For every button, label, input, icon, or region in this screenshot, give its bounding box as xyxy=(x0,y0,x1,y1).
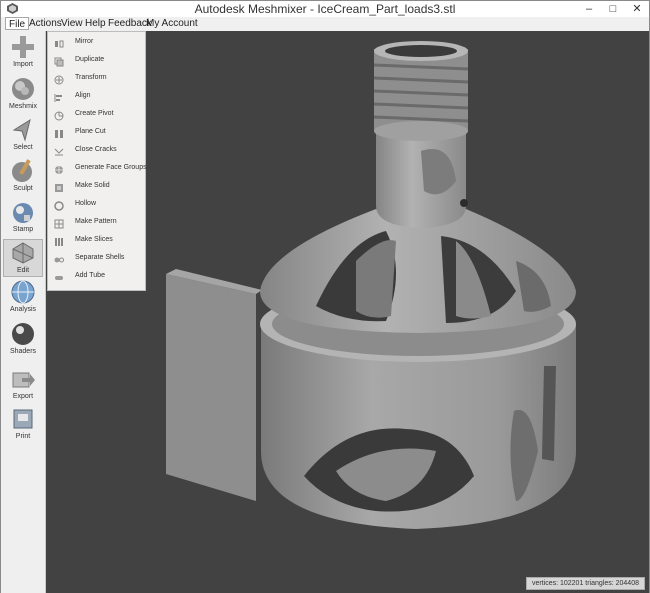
tool-label: Select xyxy=(13,144,33,151)
menu-item-create-pivot[interactable]: Create Pivot xyxy=(48,107,145,125)
pivot-icon xyxy=(54,111,64,121)
close-cracks-icon xyxy=(54,148,64,156)
printer-icon xyxy=(13,409,33,429)
menu-label: Add Tube xyxy=(75,272,105,279)
plus-icon xyxy=(12,36,34,58)
tool-sculpt[interactable]: Sculpt xyxy=(3,158,43,196)
menu-label: Hollow xyxy=(75,200,97,207)
plane-cut-icon xyxy=(55,130,63,138)
menu-bar: File Actions View Help Feedback My Accou… xyxy=(1,17,649,30)
app-window: Autodesk Meshmixer - IceCream_Part_loads… xyxy=(0,0,650,593)
window-title: Autodesk Meshmixer - IceCream_Part_loads… xyxy=(194,2,456,16)
menu-item-make-pattern[interactable]: Make Pattern xyxy=(48,215,145,233)
pattern-icon xyxy=(54,219,64,229)
maximize-button[interactable]: □ xyxy=(601,1,625,17)
transform-icon xyxy=(54,75,64,85)
face-groups-icon xyxy=(55,166,63,174)
tube-icon xyxy=(55,276,63,280)
menu-item-align[interactable]: Align xyxy=(48,89,145,107)
menu-label: Mirror xyxy=(75,38,94,45)
tool-label: Import xyxy=(13,61,33,68)
menu-item-close-cracks[interactable]: Close Cracks xyxy=(48,143,145,161)
slices-icon xyxy=(55,238,63,246)
menu-item-make-slices[interactable]: Make Slices xyxy=(48,233,145,251)
menu-label: Generate Face Groups xyxy=(75,164,147,171)
menu-item-plane-cut[interactable]: Plane Cut xyxy=(48,125,145,143)
tool-label: Meshmix xyxy=(8,103,37,110)
tool-select[interactable]: Select xyxy=(3,117,43,155)
tool-shaders[interactable]: Shaders xyxy=(3,321,43,359)
tool-label: Print xyxy=(15,433,31,440)
title-bar: Autodesk Meshmixer - IceCream_Part_loads… xyxy=(1,1,649,17)
hollow-icon xyxy=(54,201,64,211)
tool-print[interactable]: Print xyxy=(3,406,43,444)
tool-label: Shaders xyxy=(9,348,37,355)
tool-analysis[interactable]: Analysis xyxy=(3,279,43,317)
tool-label: Edit xyxy=(16,267,30,274)
left-toolbar: Import Meshmix Select Sculpt Stamp Edit … xyxy=(1,31,46,593)
close-button[interactable]: ✕ xyxy=(625,1,649,17)
menu-label: Duplicate xyxy=(75,56,105,63)
menu-label: Separate Shells xyxy=(75,254,125,261)
tool-meshmix[interactable]: Meshmix xyxy=(3,76,43,114)
menu-label: Make Slices xyxy=(75,236,113,243)
menu-label: Make Pattern xyxy=(75,218,117,225)
menu-item-add-tube[interactable]: Add Tube xyxy=(48,269,145,287)
separate-shells-icon xyxy=(54,257,64,263)
menu-item-hollow[interactable]: Hollow xyxy=(48,197,145,215)
menu-item-mirror[interactable]: Mirror xyxy=(48,35,145,53)
menu-label: Align xyxy=(75,92,91,99)
align-icon xyxy=(54,94,62,102)
tool-label: Analysis xyxy=(9,306,37,313)
tool-label: Export xyxy=(12,393,34,400)
mirror-icon xyxy=(55,40,64,48)
menu-label: Transform xyxy=(75,74,107,81)
menu-item-generate-face-groups[interactable]: Generate Face Groups xyxy=(48,161,147,179)
stamp-icon xyxy=(13,203,33,223)
cursor-arrow-icon xyxy=(12,118,31,142)
sculpt-brush-icon xyxy=(12,159,32,182)
tool-import[interactable]: Import xyxy=(3,34,43,72)
tool-edit[interactable]: Edit xyxy=(3,239,43,277)
edit-menu: Mirror Duplicate Transform Align Create … xyxy=(47,31,147,291)
menu-label: Make Solid xyxy=(75,182,110,189)
make-solid-icon xyxy=(55,184,63,192)
minimize-button[interactable]: – xyxy=(577,1,601,17)
tool-label: Sculpt xyxy=(13,185,33,192)
menu-label: Close Cracks xyxy=(75,146,117,153)
menu-item-separate-shells[interactable]: Separate Shells xyxy=(48,251,145,269)
menu-item-transform[interactable]: Transform xyxy=(48,71,145,89)
menu-item-make-solid[interactable]: Make Solid xyxy=(48,179,145,197)
meshmix-sphere-icon xyxy=(12,78,34,100)
export-arrow-icon xyxy=(12,372,35,388)
duplicate-icon xyxy=(54,57,64,67)
tool-label: Stamp xyxy=(12,226,34,233)
menu-label: Create Pivot xyxy=(75,110,114,117)
shader-sphere-icon xyxy=(12,323,34,345)
tool-export[interactable]: Export xyxy=(3,366,43,404)
edit-mesh-icon xyxy=(12,242,34,264)
menu-item-duplicate[interactable]: Duplicate xyxy=(48,53,145,71)
tool-stamp[interactable]: Stamp xyxy=(3,199,43,237)
analysis-globe-icon xyxy=(11,280,35,304)
mesh-stats: vertices: 102201 triangles: 204408 xyxy=(525,577,645,590)
menu-my-account[interactable]: My Account xyxy=(143,17,201,30)
menu-label: Plane Cut xyxy=(75,128,106,135)
